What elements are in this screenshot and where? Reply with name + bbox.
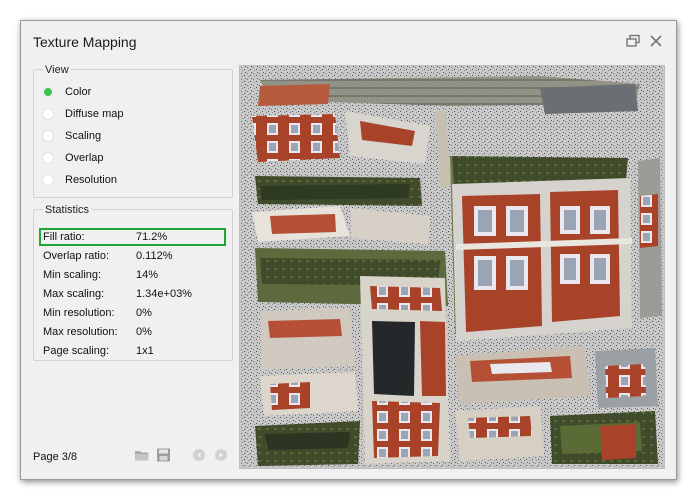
stat-key: Min resolution:	[43, 307, 115, 319]
restore-icon[interactable]	[625, 33, 641, 49]
stat-row-min-resolution: Min resolution: 0%	[43, 304, 228, 322]
radio-color[interactable]: Color	[42, 83, 91, 101]
save-icon[interactable]	[156, 448, 172, 462]
stat-key: Max resolution:	[43, 326, 118, 338]
stat-value: 1x1	[136, 345, 154, 357]
stat-row-fill-ratio: Fill ratio: 71.2%	[43, 228, 228, 246]
texture-mapping-window: Texture Mapping View Color Diffuse map S…	[20, 20, 677, 480]
stat-value: 0%	[136, 326, 152, 338]
stat-value: 71.2%	[136, 231, 168, 243]
radio-indicator[interactable]	[42, 174, 54, 186]
radio-label: Diffuse map	[65, 108, 124, 120]
stat-key: Page scaling:	[43, 345, 110, 357]
open-folder-icon[interactable]	[134, 448, 150, 462]
stat-key: Max scaling:	[43, 288, 105, 300]
next-page-icon[interactable]	[215, 449, 227, 461]
statistics-group: Statistics Fill ratio: 71.2% Overlap rat…	[33, 204, 233, 361]
stat-value: 0.112%	[136, 250, 173, 262]
radio-indicator[interactable]	[42, 152, 54, 164]
previous-page-icon[interactable]	[193, 449, 205, 461]
stat-value: 1.34e+03%	[136, 288, 192, 300]
radio-label: Resolution	[65, 174, 117, 186]
radio-indicator[interactable]	[42, 108, 54, 120]
view-group: View Color Diffuse map Scaling Overlap R…	[33, 64, 233, 198]
radio-overlap[interactable]: Overlap	[42, 149, 104, 167]
page-indicator: Page 3/8	[33, 451, 78, 463]
radio-diffuse-map[interactable]: Diffuse map	[42, 105, 124, 123]
texture-atlas-preview[interactable]	[239, 65, 665, 469]
stat-row-page-scaling: Page scaling: 1x1	[43, 342, 228, 360]
stat-row-max-scaling: Max scaling: 1.34e+03%	[43, 285, 228, 303]
statistics-group-title: Statistics	[43, 204, 92, 216]
radio-indicator[interactable]	[42, 130, 54, 142]
stat-key: Overlap ratio:	[43, 250, 110, 262]
radio-label: Overlap	[65, 152, 104, 164]
window-title: Texture Mapping	[33, 34, 137, 50]
stat-row-max-resolution: Max resolution: 0%	[43, 323, 228, 341]
stat-key: Fill ratio:	[43, 231, 85, 243]
radio-resolution[interactable]: Resolution	[42, 171, 117, 189]
radio-scaling[interactable]: Scaling	[42, 127, 101, 145]
stat-row-overlap-ratio: Overlap ratio: 0.112%	[43, 247, 228, 265]
texture-atlas-image	[240, 66, 664, 468]
radio-label: Color	[65, 86, 92, 98]
stat-key: Min scaling:	[43, 269, 102, 281]
stat-value: 14%	[136, 269, 159, 281]
radio-indicator[interactable]	[42, 86, 54, 98]
stat-row-min-scaling: Min scaling: 14%	[43, 266, 228, 284]
radio-label: Scaling	[65, 130, 102, 142]
view-group-title: View	[43, 64, 71, 76]
close-icon[interactable]	[648, 33, 664, 49]
title-bar: Texture Mapping	[21, 21, 676, 61]
stat-value: 0%	[136, 307, 152, 319]
